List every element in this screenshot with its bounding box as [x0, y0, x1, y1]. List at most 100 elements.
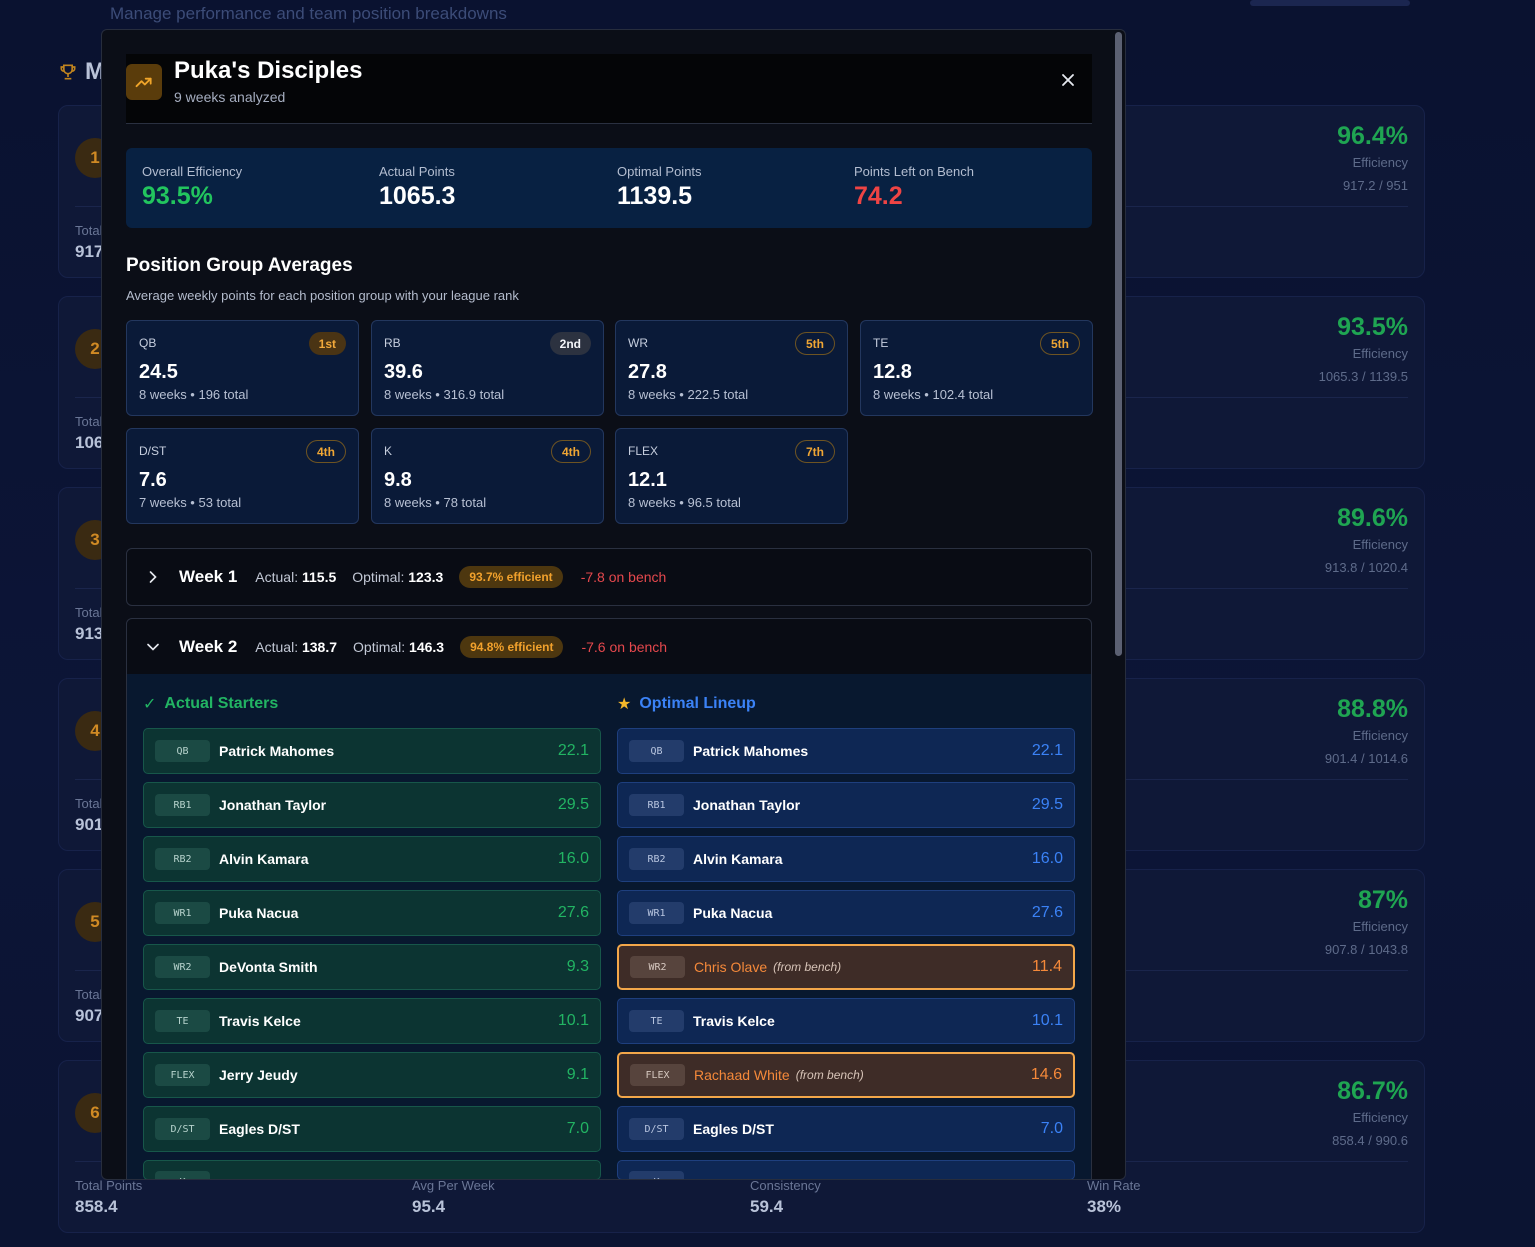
- scrollbar-thumb[interactable]: [1115, 32, 1122, 656]
- lineup-row: QB Patrick Mahomes 22.1: [143, 728, 601, 774]
- summary-actual-points: Actual Points 1065.3: [379, 164, 456, 210]
- position-tag: TE: [155, 1010, 210, 1032]
- lineup-row: K: [617, 1160, 1075, 1179]
- team-efficiency-modal: Puka's Disciples 9 weeks analyzed Overal…: [101, 29, 1126, 1180]
- position-group-title: Position Group Averages: [126, 255, 353, 276]
- team-efficiency: 87% Efficiency 907.8 / 1043.8: [1324, 886, 1408, 957]
- position-card-rb: RB 2nd 39.6 8 weeks • 316.9 total: [371, 320, 604, 416]
- player-name: Alvin Kamara: [693, 851, 783, 867]
- position-tag: RB1: [629, 794, 684, 816]
- trophy-icon: [58, 62, 78, 88]
- player-points: 22.1: [557, 742, 589, 759]
- lineup-row: K: [143, 1160, 601, 1179]
- lineup-row: WR1 Puka Nacua 27.6: [617, 890, 1075, 936]
- position-tag: K: [629, 1171, 684, 1179]
- total-points-stat: Total 913: [75, 605, 104, 643]
- player-name: Chris Olave: [694, 959, 768, 975]
- position-tag: WR1: [629, 902, 684, 924]
- position-tag: WR2: [155, 956, 210, 978]
- week-optimal: Optimal: 146.3: [353, 639, 445, 655]
- header-control[interactable]: [1250, 0, 1410, 6]
- position-tag: RB2: [629, 848, 684, 870]
- player-name: Patrick Mahomes: [693, 743, 809, 759]
- week-name: Week 1: [179, 567, 238, 586]
- team-efficiency: 89.6% Efficiency 913.8 / 1020.4: [1324, 504, 1408, 575]
- player-points: 14.6: [1030, 1066, 1062, 1083]
- total-points-stat: Total 106: [75, 414, 104, 452]
- position-card-k: K 4th 9.8 8 weeks • 78 total: [371, 428, 604, 524]
- rank-badge: 1st: [308, 332, 346, 355]
- position-tag: RB1: [155, 794, 210, 816]
- player-name: Puka Nacua: [219, 905, 299, 921]
- actual-starters-list: QB Patrick Mahomes 22.1 RB1 Jonathan Taylor 2…: [143, 728, 601, 1179]
- summary-overall-efficiency: Overall Efficiency 93.5%: [142, 164, 243, 210]
- lineup-row: RB1 Jonathan Taylor 29.5: [617, 782, 1075, 828]
- week-actual: Actual: 138.7: [255, 639, 338, 655]
- team-efficiency: 88.8% Efficiency 901.4 / 1014.6: [1324, 695, 1408, 766]
- week-2-toggle[interactable]: Week 2 Actual: 138.7 Optimal: 146.3 94.8…: [126, 618, 1092, 676]
- player-points: 27.6: [557, 904, 589, 921]
- position-card-dst: D/ST 4th 7.6 7 weeks • 53 total: [126, 428, 359, 524]
- actual-starters-title: ✓ Actual Starters: [143, 695, 279, 713]
- position-group-subtitle: Average weekly points for each position …: [126, 288, 519, 303]
- player-points: 16.0: [557, 850, 589, 867]
- player-points: 29.5: [1031, 796, 1063, 813]
- total-points-stat: Total 907: [75, 987, 104, 1025]
- player-name: Patrick Mahomes: [219, 743, 335, 759]
- player-points: 29.5: [557, 796, 589, 813]
- week-2-details: ✓ Actual Starters ★ Optimal Lineup QB Pat…: [126, 674, 1092, 1179]
- modal-title: Puka's Disciples: [174, 57, 363, 84]
- position-tag: FLEX: [630, 1064, 685, 1086]
- position-tag: QB: [629, 740, 684, 762]
- player-name: Puka Nacua: [693, 905, 773, 921]
- player-name: Jerry Jeudy: [219, 1067, 298, 1083]
- player-name: Rachaad White: [694, 1067, 790, 1083]
- position-tag: TE: [629, 1010, 684, 1032]
- position-card-qb: QB 1st 24.5 8 weeks • 196 total: [126, 320, 359, 416]
- lineup-row: WR2 DeVonta Smith 9.3: [143, 944, 601, 990]
- bench-points: -7.6 on bench: [581, 639, 668, 655]
- efficiency-badge: 94.8% efficient: [460, 636, 564, 658]
- lineup-row: RB2 Alvin Kamara 16.0: [143, 836, 601, 882]
- lineup-row: RB1 Jonathan Taylor 29.5: [143, 782, 601, 828]
- optimal-lineup-list: QB Patrick Mahomes 22.1 RB1 Jonathan Taylor 2…: [617, 728, 1075, 1179]
- week-optimal: Optimal: 123.3: [352, 569, 444, 585]
- player-points: 10.1: [557, 1012, 589, 1029]
- rank-badge: 4th: [551, 440, 591, 463]
- player-points: 9.3: [566, 958, 589, 975]
- player-name: DeVonta Smith: [219, 959, 318, 975]
- position-tag: K: [155, 1171, 210, 1179]
- team-stat: Win Rate 38%: [1087, 1178, 1141, 1216]
- lineup-row: QB Patrick Mahomes 22.1: [617, 728, 1075, 774]
- check-icon: ✓: [143, 696, 157, 713]
- player-points: 9.1: [566, 1066, 589, 1083]
- position-tag: D/ST: [629, 1118, 684, 1140]
- player-name: Alvin Kamara: [219, 851, 309, 867]
- bench-swap-row: FLEX Rachaad White (from bench) 14.6: [617, 1052, 1075, 1098]
- from-bench-note: (from bench): [795, 1068, 864, 1082]
- close-icon[interactable]: [1058, 70, 1078, 90]
- trending-up-icon: [126, 64, 162, 100]
- player-points: 11.4: [1032, 958, 1062, 975]
- chevron-down-icon: [143, 637, 163, 657]
- team-efficiency: 86.7% Efficiency 858.4 / 990.6: [1332, 1077, 1408, 1148]
- lineup-row: D/ST Eagles D/ST 7.0: [617, 1106, 1075, 1152]
- week-name: Week 2: [179, 637, 238, 656]
- team-efficiency: 96.4% Efficiency 917.2 / 951: [1337, 122, 1408, 193]
- rank-badge: 4th: [306, 440, 346, 463]
- player-name: Travis Kelce: [693, 1013, 775, 1029]
- player-points: 16.0: [1031, 850, 1063, 867]
- player-points: 10.1: [1031, 1012, 1063, 1029]
- team-stat: Avg Per Week 95.4: [412, 1178, 495, 1216]
- lineup-row: WR1 Puka Nacua 27.6: [143, 890, 601, 936]
- lineup-row: FLEX Jerry Jeudy 9.1: [143, 1052, 601, 1098]
- week-1-toggle[interactable]: Week 1 Actual: 115.5 Optimal: 123.3 93.7…: [126, 548, 1092, 606]
- bench-points: -7.8 on bench: [580, 569, 667, 585]
- position-tag: WR2: [630, 956, 685, 978]
- modal-header: Puka's Disciples 9 weeks analyzed: [126, 54, 1092, 124]
- summary-points-left-on-bench: Points Left on Bench 74.2: [854, 164, 974, 210]
- scrollbar[interactable]: [1115, 30, 1124, 1179]
- summary-optimal-points: Optimal Points 1139.5: [617, 164, 702, 210]
- rank-badge: 5th: [795, 332, 835, 355]
- total-points-stat: Total 901: [75, 796, 104, 834]
